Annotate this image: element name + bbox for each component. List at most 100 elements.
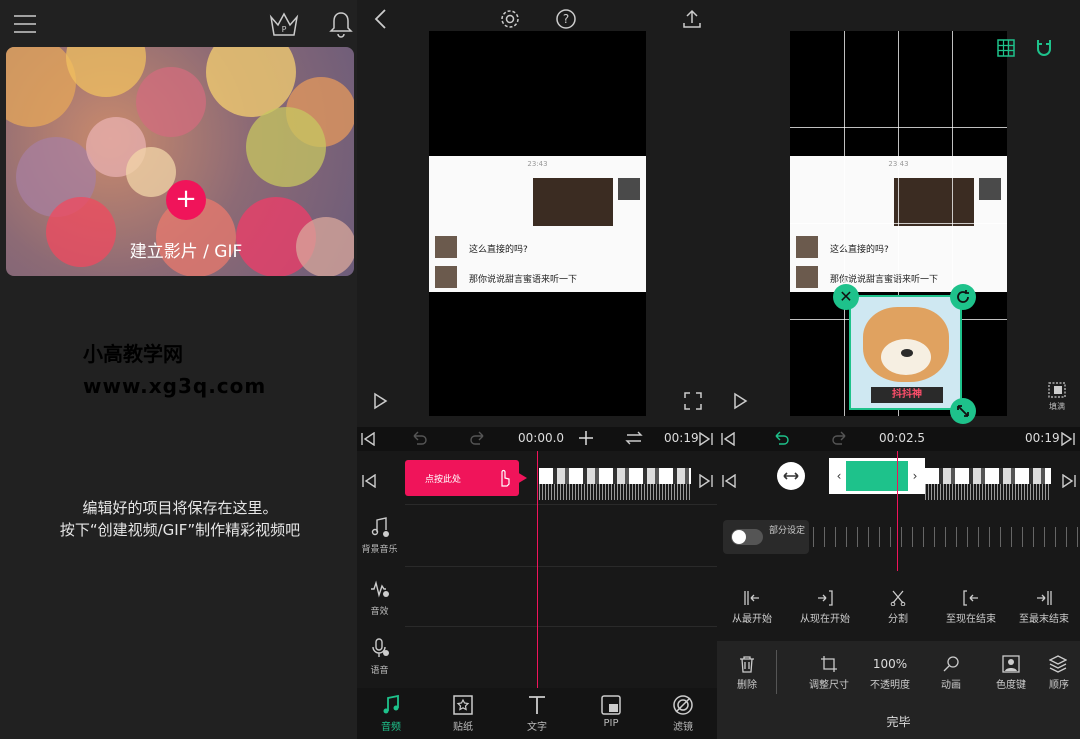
menu-icon[interactable]: [13, 12, 37, 36]
action-label: 至现在结束: [946, 614, 996, 625]
toggle-label: 部分设定: [769, 526, 806, 536]
chat-message-2: 那你说说甜言蜜语来听一下: [469, 275, 578, 285]
watermark-url: www.xg3q.com: [83, 374, 267, 398]
tap-here-tooltip[interactable]: 点按此处: [405, 460, 519, 496]
side-track-voice[interactable]: 语音: [357, 637, 402, 676]
play-icon[interactable]: [731, 391, 749, 411]
hand-pointer-icon: [497, 468, 511, 488]
tab-label: 文字: [527, 722, 547, 733]
timeline-header: 00:02.5 00:19: [717, 427, 1080, 451]
chroma-key-tool[interactable]: 色度键: [976, 652, 1046, 691]
swap-icon[interactable]: [625, 431, 643, 445]
avatar: [435, 236, 457, 258]
video-preview: 23:43 这么直接的吗? 那你说说甜言蜜语来听一下 抖抖神: [790, 31, 1007, 416]
bottom-tab-bar: 音频 贴纸 文字 PIP 滤镜: [357, 688, 717, 739]
expand-horizontal-icon: [783, 472, 799, 480]
editor-screen: ? 23:43 这么直接的吗? 那你说说甜言蜜语来听一下 00:00.0 00:…: [357, 0, 717, 739]
next-frame-icon[interactable]: [698, 474, 714, 488]
side-track-label: 音效: [370, 607, 389, 617]
tab-text[interactable]: 文字: [507, 692, 567, 733]
dog-snout: [881, 339, 931, 375]
tab-sticker[interactable]: 贴纸: [433, 692, 493, 733]
track-divider: [405, 626, 717, 627]
sticker-clip-selected[interactable]: ‹ ›: [829, 458, 925, 494]
opacity-tool[interactable]: 100% 不透明度: [855, 652, 925, 691]
delete-button[interactable]: 删除: [717, 652, 782, 691]
sticker-editor-screen: 23:43 这么直接的吗? 那你说说甜言蜜语来听一下 抖抖神 ✕: [717, 0, 1080, 739]
filter-icon: [653, 692, 713, 718]
tab-audio[interactable]: 音频: [361, 692, 421, 733]
play-icon[interactable]: [371, 391, 389, 411]
side-track-music[interactable]: 背景音乐: [357, 516, 402, 555]
fill-label: 填满: [1049, 402, 1065, 411]
music-note-icon: [357, 516, 402, 542]
track-divider: [405, 566, 717, 567]
add-icon[interactable]: [578, 430, 594, 446]
trim-handle-right[interactable]: ›: [908, 461, 922, 491]
grid-toggle-icon[interactable]: [997, 39, 1015, 57]
create-project-card[interactable]: + 建立影片 / GIF: [6, 47, 354, 276]
redo-icon[interactable]: [470, 431, 486, 445]
tab-label: 音频: [381, 722, 401, 733]
svg-text:?: ?: [563, 12, 569, 26]
sticker-frame[interactable]: 抖抖神: [849, 295, 962, 410]
settings-gear-icon[interactable]: [499, 8, 521, 30]
trash-icon: [717, 652, 782, 676]
next-frame-icon[interactable]: [1061, 474, 1077, 488]
undo-icon[interactable]: [773, 431, 789, 445]
back-icon[interactable]: [373, 8, 389, 30]
playhead[interactable]: [897, 451, 898, 571]
tab-filter[interactable]: 滤镜: [653, 692, 713, 733]
audio-waveform: [925, 484, 1051, 500]
sticker-rotate-button[interactable]: [950, 284, 976, 310]
grid-line: [790, 223, 1007, 224]
trim-from-start[interactable]: 从最开始: [717, 586, 787, 625]
sticker-resize-button[interactable]: [950, 398, 976, 424]
tool-divider: [776, 650, 777, 694]
expand-clip-button[interactable]: [777, 462, 805, 490]
skip-start-icon[interactable]: [720, 432, 736, 446]
skip-start-icon[interactable]: [360, 432, 376, 446]
toggle-track: [731, 529, 763, 545]
chat-time: 23:43: [527, 160, 548, 168]
skip-end-icon[interactable]: [1060, 432, 1076, 446]
trim-to-end[interactable]: 至最末结束: [1009, 586, 1079, 625]
fullscreen-icon[interactable]: [683, 391, 703, 411]
fill-button[interactable]: 填满: [1042, 382, 1072, 412]
video-clip-track[interactable]: [925, 468, 1051, 484]
avatar: [796, 266, 818, 288]
create-project-label: 建立影片 / GIF: [129, 242, 243, 262]
magnet-snap-icon[interactable]: [1035, 38, 1053, 58]
partial-setting-toggle[interactable]: 部分设定: [723, 520, 809, 554]
tool-label: 色度键: [996, 680, 1026, 691]
prev-frame-icon[interactable]: [361, 474, 377, 488]
redo-icon[interactable]: [832, 431, 848, 445]
watermark-title: 小高教学网: [83, 342, 183, 366]
tool-label: 删除: [737, 680, 757, 691]
add-project-button[interactable]: +: [166, 180, 206, 220]
resize-tool[interactable]: 调整尺寸: [794, 652, 864, 691]
scrub-ruler[interactable]: [813, 527, 1078, 547]
side-track-sound-effect[interactable]: 音效: [357, 578, 402, 617]
skip-end-icon[interactable]: [698, 432, 714, 446]
bell-icon[interactable]: [329, 10, 353, 38]
undo-icon[interactable]: [411, 431, 427, 445]
audio-waveform: [539, 484, 691, 500]
prev-frame-icon[interactable]: [721, 474, 737, 488]
done-button[interactable]: 完毕: [717, 706, 1080, 739]
split-button[interactable]: 分割: [863, 586, 933, 625]
playhead[interactable]: [537, 451, 538, 688]
trim-to-now[interactable]: 至现在结束: [936, 586, 1006, 625]
video-clip-track[interactable]: [539, 468, 691, 484]
help-icon[interactable]: ?: [555, 8, 577, 30]
sticker-close-button[interactable]: ✕: [833, 284, 859, 310]
scissors-icon: [863, 586, 933, 610]
toggle-knob: [732, 530, 746, 544]
empty-hint-line2: 按下“创建视频/GIF”制作精彩视频吧: [59, 521, 301, 539]
order-tool[interactable]: 顺序: [1037, 652, 1080, 691]
trim-from-now[interactable]: 从现在开始: [790, 586, 860, 625]
export-icon[interactable]: [681, 8, 703, 30]
tab-pip[interactable]: PIP: [581, 692, 641, 729]
premium-crown-icon[interactable]: P: [268, 11, 300, 37]
trim-handle-left[interactable]: ‹: [832, 461, 846, 491]
